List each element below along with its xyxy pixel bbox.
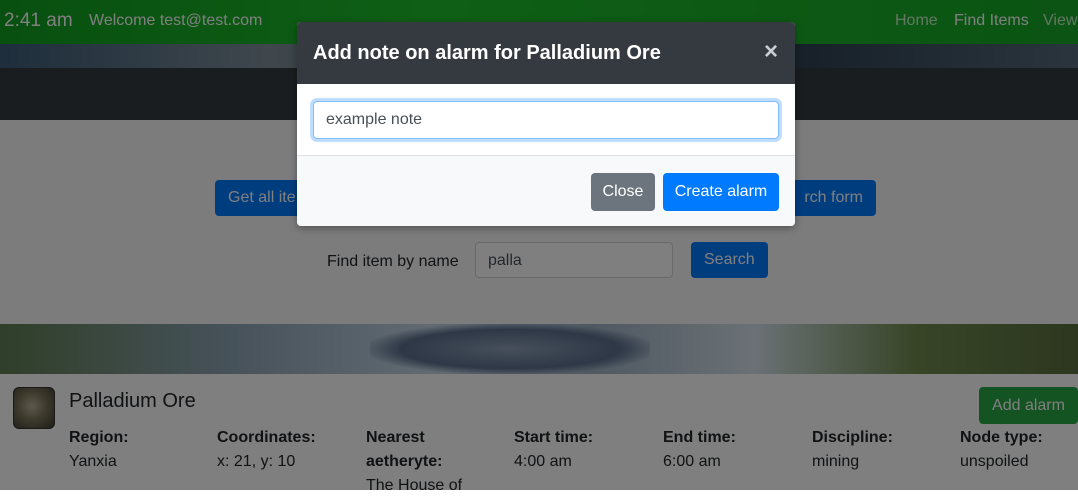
modal-body (297, 84, 795, 155)
modal-title: Add note on alarm for Palladium Ore (313, 42, 661, 64)
add-note-modal: Add note on alarm for Palladium Ore × Cl… (297, 22, 795, 226)
modal-header: Add note on alarm for Palladium Ore × (297, 22, 795, 84)
close-icon[interactable]: × (761, 40, 781, 64)
create-alarm-button[interactable]: Create alarm (663, 173, 779, 211)
modal-footer: Close Create alarm (297, 155, 795, 226)
close-button[interactable]: Close (591, 173, 655, 211)
note-input[interactable] (313, 101, 779, 139)
